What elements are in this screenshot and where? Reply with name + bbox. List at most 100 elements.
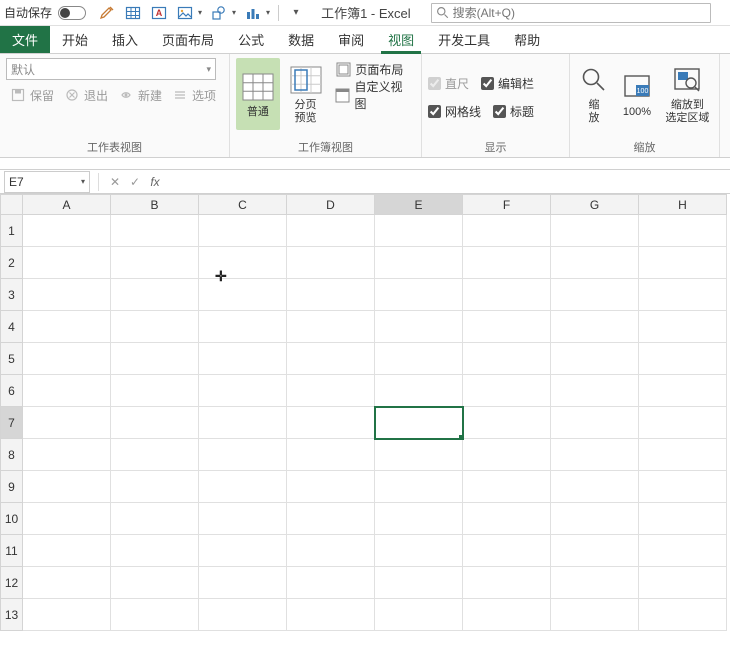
cell[interactable] xyxy=(199,503,287,535)
cell[interactable] xyxy=(287,471,375,503)
cell[interactable] xyxy=(639,311,727,343)
column-header[interactable]: B xyxy=(111,195,199,215)
cell[interactable] xyxy=(463,375,551,407)
tab-file[interactable]: 文件 xyxy=(0,26,50,53)
cell[interactable] xyxy=(463,471,551,503)
sheet-table[interactable]: ABCDEFGH12345678910111213 xyxy=(0,194,727,631)
row-header[interactable]: 13 xyxy=(1,599,23,631)
cell[interactable] xyxy=(639,439,727,471)
cell[interactable] xyxy=(111,503,199,535)
cell[interactable] xyxy=(287,279,375,311)
image-icon[interactable] xyxy=(176,4,194,22)
cell[interactable] xyxy=(23,279,111,311)
cell[interactable] xyxy=(287,215,375,247)
cell[interactable] xyxy=(111,407,199,439)
cell[interactable] xyxy=(375,439,463,471)
cell[interactable] xyxy=(375,567,463,599)
column-header[interactable]: E xyxy=(375,195,463,215)
sheetview-keep-button[interactable]: 保留 xyxy=(6,84,58,106)
checkbox-gridlines[interactable]: 网格线 xyxy=(428,102,481,122)
cell[interactable] xyxy=(111,311,199,343)
cell[interactable] xyxy=(551,407,639,439)
search-input[interactable] xyxy=(453,6,706,20)
tab-pagelayout[interactable]: 页面布局 xyxy=(150,26,226,53)
cell[interactable] xyxy=(111,599,199,631)
cell[interactable] xyxy=(375,247,463,279)
cell[interactable] xyxy=(23,567,111,599)
cell[interactable] xyxy=(23,311,111,343)
cell[interactable] xyxy=(375,471,463,503)
cell[interactable] xyxy=(199,535,287,567)
view-pagelayout-button[interactable]: 页面布局 xyxy=(331,58,415,80)
cell[interactable] xyxy=(639,375,727,407)
chevron-down-icon[interactable]: ▾ xyxy=(232,8,236,17)
cell[interactable] xyxy=(551,471,639,503)
row-header[interactable]: 3 xyxy=(1,279,23,311)
cell[interactable] xyxy=(199,215,287,247)
formula-input[interactable] xyxy=(165,171,730,193)
row-header[interactable]: 9 xyxy=(1,471,23,503)
chevron-down-icon[interactable]: ▾ xyxy=(266,8,270,17)
cell[interactable] xyxy=(199,247,287,279)
row-header[interactable]: 5 xyxy=(1,343,23,375)
cell[interactable] xyxy=(287,343,375,375)
cell[interactable] xyxy=(199,279,287,311)
cell[interactable] xyxy=(287,567,375,599)
zoom-button[interactable]: 缩 放 xyxy=(576,58,612,130)
checkbox-headings[interactable]: 标题 xyxy=(493,102,534,122)
cell[interactable] xyxy=(287,247,375,279)
cell[interactable] xyxy=(375,215,463,247)
cell[interactable] xyxy=(551,567,639,599)
cell[interactable] xyxy=(551,439,639,471)
row-header[interactable]: 10 xyxy=(1,503,23,535)
zoom-100-button[interactable]: 100 100% xyxy=(616,58,658,130)
cell[interactable] xyxy=(463,279,551,311)
cell[interactable] xyxy=(639,343,727,375)
cell[interactable] xyxy=(639,535,727,567)
qat-customize-icon[interactable]: ▾ xyxy=(287,4,305,22)
column-header[interactable]: G xyxy=(551,195,639,215)
cell[interactable] xyxy=(639,215,727,247)
cell[interactable] xyxy=(639,279,727,311)
shapes-icon[interactable] xyxy=(210,4,228,22)
cell[interactable] xyxy=(463,343,551,375)
row-header[interactable]: 6 xyxy=(1,375,23,407)
column-header[interactable]: F xyxy=(463,195,551,215)
cell[interactable] xyxy=(463,535,551,567)
cell[interactable] xyxy=(23,343,111,375)
cell[interactable] xyxy=(639,503,727,535)
cell[interactable] xyxy=(287,407,375,439)
chevron-down-icon[interactable]: ▾ xyxy=(198,8,202,17)
cell[interactable] xyxy=(23,471,111,503)
sheetview-new-button[interactable]: 新建 xyxy=(114,84,166,106)
row-header[interactable]: 12 xyxy=(1,567,23,599)
cell[interactable] xyxy=(639,407,727,439)
cell[interactable] xyxy=(551,247,639,279)
tab-help[interactable]: 帮助 xyxy=(502,26,552,53)
cell[interactable] xyxy=(23,407,111,439)
cell[interactable] xyxy=(111,343,199,375)
cell[interactable] xyxy=(111,215,199,247)
row-header[interactable]: 1 xyxy=(1,215,23,247)
view-custom-button[interactable]: 自定义视图 xyxy=(331,84,415,106)
cell[interactable] xyxy=(199,407,287,439)
cell[interactable] xyxy=(463,215,551,247)
insert-function-button[interactable]: fx xyxy=(145,172,165,192)
name-box[interactable]: E7 ▾ xyxy=(4,171,90,193)
select-all-corner[interactable] xyxy=(1,195,23,215)
cell[interactable] xyxy=(551,343,639,375)
cell[interactable] xyxy=(199,311,287,343)
cell[interactable] xyxy=(639,567,727,599)
cell[interactable] xyxy=(23,439,111,471)
cell[interactable] xyxy=(375,503,463,535)
row-header[interactable]: 11 xyxy=(1,535,23,567)
cell[interactable] xyxy=(199,599,287,631)
cell[interactable] xyxy=(463,567,551,599)
cell[interactable] xyxy=(111,567,199,599)
cell[interactable] xyxy=(463,311,551,343)
column-header[interactable]: H xyxy=(639,195,727,215)
cell[interactable] xyxy=(199,343,287,375)
sheetview-combo[interactable]: 默认 ▾ xyxy=(6,58,216,80)
cell[interactable] xyxy=(23,247,111,279)
cell[interactable] xyxy=(287,599,375,631)
